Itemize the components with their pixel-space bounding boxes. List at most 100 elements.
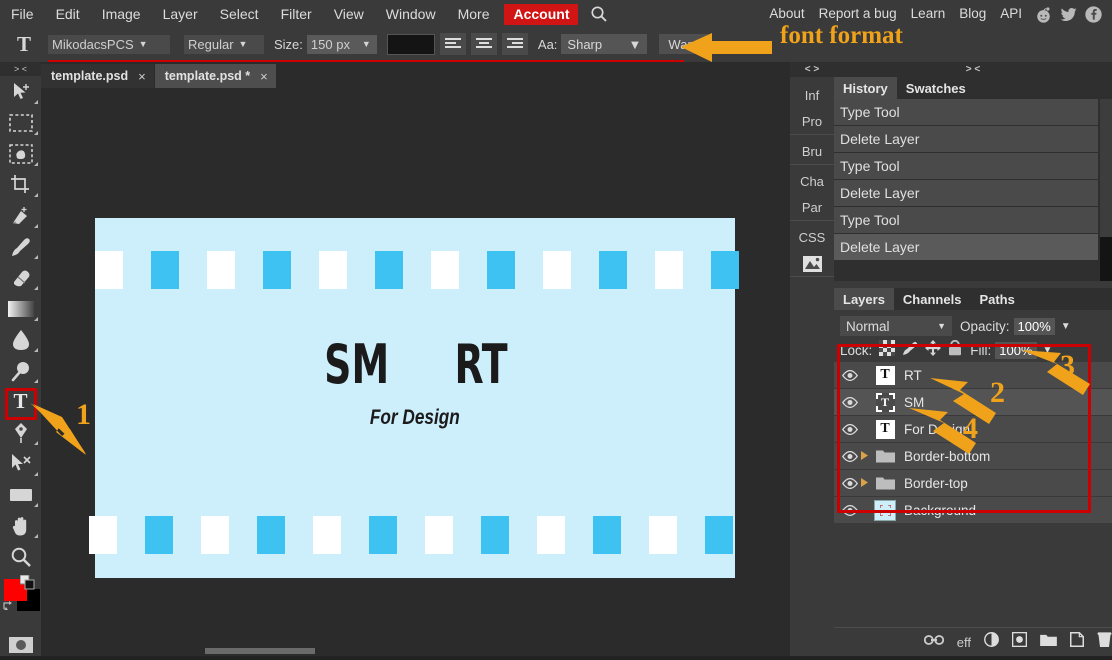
move-tool[interactable] — [0, 76, 41, 107]
layer-thumbnail[interactable]: T — [874, 419, 896, 439]
crop-tool[interactable] — [0, 169, 41, 200]
tagline-text[interactable]: For Design — [370, 406, 460, 430]
history-scrollbar-thumb[interactable] — [1100, 237, 1112, 281]
blur-tool[interactable] — [0, 324, 41, 355]
layer-thumbnail[interactable]: T — [874, 365, 896, 385]
swap-colors-icon[interactable] — [2, 599, 16, 617]
horizontal-scrollbar[interactable] — [41, 647, 790, 656]
menu-item-about[interactable]: About — [762, 0, 811, 28]
horizontal-scrollbar-thumb[interactable] — [205, 648, 315, 654]
menu-item-layer[interactable]: Layer — [152, 0, 209, 28]
tab-swatches[interactable]: Swatches — [896, 77, 975, 99]
menu-item-learn[interactable]: Learn — [904, 0, 953, 28]
layer-visibility-icon[interactable] — [842, 504, 860, 516]
blend-mode-dropdown[interactable]: Normal ▼ — [840, 316, 952, 336]
rail-item-properties[interactable]: Pro — [790, 109, 834, 135]
menu-item-window[interactable]: Window — [375, 0, 447, 28]
reddit-icon[interactable] — [1032, 3, 1054, 25]
antialias-dropdown[interactable]: Sharp ▼ — [561, 34, 648, 54]
wordmark-right[interactable]: RT — [455, 338, 508, 392]
menu-item-more[interactable]: More — [447, 0, 501, 28]
menu-item-select[interactable]: Select — [209, 0, 270, 28]
layer-expand-arrow-icon[interactable] — [860, 450, 874, 463]
font-size-input[interactable]: 150 px ▼ — [306, 34, 377, 54]
layer-mask-icon[interactable] — [1011, 631, 1028, 652]
menu-item-view[interactable]: View — [323, 0, 375, 28]
lock-position-icon[interactable] — [925, 339, 942, 361]
font-family-dropdown[interactable]: MikodacsPCS ▼ — [48, 34, 170, 54]
lasso-tool[interactable] — [0, 138, 41, 169]
layer-thumbnail[interactable] — [874, 499, 896, 521]
history-entry[interactable]: Delete Layer — [834, 180, 1098, 207]
layer-thumbnail[interactable]: T — [874, 392, 896, 412]
panel-dock-grip[interactable]: > < — [834, 62, 1112, 77]
hand-tool[interactable] — [0, 510, 41, 541]
healing-brush-tool[interactable] — [0, 200, 41, 231]
layer-row[interactable]: T For Design — [834, 416, 1112, 443]
layer-row[interactable]: Border-top — [834, 470, 1112, 497]
rail-item-paragraph[interactable]: Par — [790, 195, 834, 221]
history-entry[interactable]: Delete Layer — [834, 126, 1098, 153]
rail-item-info[interactable]: Inf — [790, 83, 834, 109]
rectangular-marquee-tool[interactable] — [0, 107, 41, 138]
layer-row[interactable]: T RT — [834, 362, 1112, 389]
brush-tool[interactable] — [0, 231, 41, 262]
rail-item-brushes[interactable]: Bru — [790, 139, 834, 165]
new-layer-icon[interactable] — [1070, 632, 1084, 652]
document-tab-1[interactable]: template.psd × — [41, 64, 154, 88]
chevron-down-icon[interactable]: ▼ — [1061, 321, 1071, 332]
history-entry[interactable]: Type Tool — [834, 207, 1098, 234]
opacity-value[interactable]: 100% — [1013, 317, 1055, 335]
default-colors-icon[interactable] — [19, 574, 35, 595]
tab-layers[interactable]: Layers — [834, 288, 894, 310]
facebook-icon[interactable] — [1082, 3, 1104, 25]
tools-panel-grip[interactable]: > < — [0, 62, 41, 76]
rail-grip[interactable]: < > — [790, 62, 834, 77]
lock-transparent-icon[interactable] — [879, 339, 896, 361]
close-icon[interactable]: × — [138, 69, 146, 84]
chevron-down-icon[interactable]: ▼ — [1043, 345, 1053, 356]
path-selection-tool[interactable] — [0, 448, 41, 479]
wordmark-left[interactable]: SM — [324, 338, 389, 392]
tab-channels[interactable]: Channels — [893, 288, 971, 310]
tab-history[interactable]: History — [834, 77, 897, 99]
menu-item-report-a-bug[interactable]: Report a bug — [812, 0, 904, 28]
history-entry[interactable]: Type Tool — [834, 99, 1098, 126]
lock-pixels-icon[interactable] — [902, 340, 918, 361]
quick-mask-icon[interactable] — [0, 629, 41, 660]
fill-value[interactable]: 100% — [995, 341, 1037, 359]
adjustment-layer-icon[interactable] — [984, 632, 999, 652]
rail-item-css[interactable]: CSS — [790, 225, 834, 251]
zoom-tool[interactable] — [0, 541, 41, 572]
close-icon[interactable]: × — [260, 69, 268, 84]
layer-visibility-icon[interactable] — [842, 450, 860, 462]
new-group-icon[interactable] — [1040, 633, 1057, 651]
text-color-swatch[interactable] — [386, 33, 435, 55]
menu-item-blog[interactable]: Blog — [952, 0, 993, 28]
rail-item-character[interactable]: Cha — [790, 169, 834, 195]
menu-item-account[interactable]: Account — [504, 3, 579, 25]
layer-expand-arrow-icon[interactable] — [860, 477, 874, 490]
layer-thumbnail[interactable] — [874, 447, 896, 466]
rail-item-image[interactable] — [790, 251, 834, 277]
search-icon[interactable] — [590, 5, 608, 23]
history-entry-selected[interactable]: Delete Layer — [834, 234, 1098, 261]
menu-item-filter[interactable]: Filter — [270, 0, 323, 28]
artboard[interactable]: SM RT For Design — [89, 218, 739, 578]
menu-item-image[interactable]: Image — [91, 0, 152, 28]
warp-text-button[interactable]: Warp — [659, 34, 708, 54]
history-scrollbar[interactable] — [1100, 99, 1112, 281]
gradient-tool[interactable] — [0, 293, 41, 324]
pen-tool[interactable] — [0, 417, 41, 448]
lock-all-icon[interactable] — [948, 339, 962, 361]
dodge-tool[interactable] — [0, 355, 41, 386]
type-tool[interactable]: T — [0, 386, 41, 420]
twitter-icon[interactable] — [1057, 3, 1079, 25]
font-style-dropdown[interactable]: Regular ▼ — [184, 34, 264, 54]
menu-item-file[interactable]: File — [0, 0, 45, 28]
layer-visibility-icon[interactable] — [842, 396, 860, 408]
delete-layer-icon[interactable] — [1097, 631, 1112, 653]
layer-effects-icon[interactable]: eff — [957, 635, 971, 650]
layer-visibility-icon[interactable] — [842, 477, 860, 489]
align-left-icon[interactable] — [439, 33, 466, 55]
